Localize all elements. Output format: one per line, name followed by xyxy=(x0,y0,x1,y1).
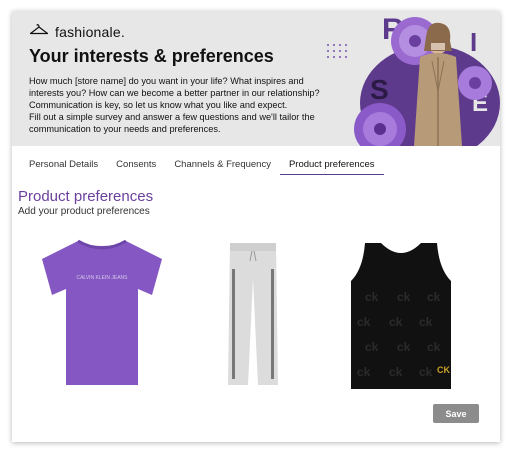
svg-text:ck: ck xyxy=(389,365,403,379)
svg-text:ck: ck xyxy=(389,315,403,329)
svg-text:ck: ck xyxy=(419,315,433,329)
crop-top-logo: CK xyxy=(437,365,450,375)
save-button[interactable]: Save xyxy=(433,404,479,423)
intro-text: How much [store name] do you want in you… xyxy=(29,75,339,135)
svg-text:ck: ck xyxy=(357,315,371,329)
section-subtitle: Add your product preferences xyxy=(18,206,150,217)
art-letter: S xyxy=(370,74,389,105)
svg-text:ck: ck xyxy=(397,340,411,354)
brand[interactable]: fashionale. xyxy=(29,22,125,41)
banner-artwork: R I S E E xyxy=(320,11,500,146)
tab-consents[interactable]: Consents xyxy=(107,159,165,175)
product-purple-tshirt[interactable]: CALVIN KLEIN JEANS xyxy=(38,235,166,391)
tshirt-image: CALVIN KLEIN JEANS xyxy=(42,239,162,385)
hanger-icon xyxy=(29,22,49,41)
hero-banner: fashionale. Your interests & preferences… xyxy=(12,11,500,146)
dot-pattern-left xyxy=(327,44,347,58)
tshirt-print: CALVIN KLEIN JEANS xyxy=(76,275,128,281)
product-black-crop-top[interactable]: ck ck ck ck ck ck ck ck ck ck ck ck CK xyxy=(345,241,457,389)
crop-top-image: ck ck ck ck ck ck ck ck ck ck ck ck CK xyxy=(351,243,451,389)
svg-text:ck: ck xyxy=(397,290,411,304)
tab-personal-details[interactable]: Personal Details xyxy=(20,159,107,175)
tab-channels-frequency[interactable]: Channels & Frequency xyxy=(165,159,280,175)
brand-name: fashionale. xyxy=(55,23,125,40)
intro-paragraph: Fill out a simple survey and answer a fe… xyxy=(29,112,315,134)
tab-bar: Personal Details Consents Channels & Fre… xyxy=(20,159,384,175)
svg-text:ck: ck xyxy=(427,290,441,304)
svg-text:ck: ck xyxy=(365,340,379,354)
flower-right xyxy=(458,66,492,100)
svg-text:ck: ck xyxy=(357,365,371,379)
product-grey-joggers[interactable] xyxy=(224,239,282,385)
svg-text:ck: ck xyxy=(427,340,441,354)
intro-paragraph: How much [store name] do you want in you… xyxy=(29,76,320,110)
svg-text:ck: ck xyxy=(419,365,433,379)
preferences-card: fashionale. Your interests & preferences… xyxy=(12,11,500,442)
art-letter: I xyxy=(470,27,477,57)
joggers-image xyxy=(228,243,278,385)
svg-text:ck: ck xyxy=(365,290,379,304)
section-title: Product preferences xyxy=(18,188,154,205)
page-title: Your interests & preferences xyxy=(29,46,274,66)
tab-product-preferences[interactable]: Product preferences xyxy=(279,159,384,175)
